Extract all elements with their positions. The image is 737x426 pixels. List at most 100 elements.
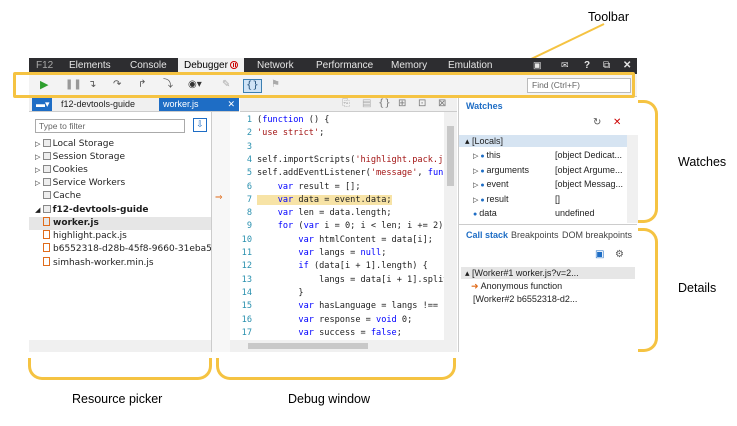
- tab-breakpoints[interactable]: Breakpoints: [511, 230, 559, 240]
- line-number: 5: [246, 168, 252, 179]
- call-stack-row-2[interactable]: ➜ Anonymous function: [461, 280, 635, 292]
- filter-input[interactable]: Type to filter: [35, 119, 185, 133]
- code-line: }: [257, 287, 304, 298]
- watch-row[interactable]: ▷ ● this [object Dedicat...: [473, 149, 627, 163]
- line-number: 4: [246, 154, 252, 165]
- expand-icon[interactable]: ▷: [35, 166, 43, 174]
- tree-item[interactable]: ▷ Session Storage: [35, 151, 125, 164]
- line-number: 8: [246, 208, 252, 219]
- code-line: self.importScripts('highlight.pack.js?v=: [257, 154, 444, 165]
- pin-icon[interactable]: ⇩: [193, 118, 207, 132]
- add-watch-icon[interactable]: ↻: [593, 117, 601, 128]
- watch-row[interactable]: ▷ ● result[]: [473, 193, 627, 207]
- watch-row[interactable]: ▷ ● arguments [object Argume...: [473, 164, 627, 178]
- tab-emulation[interactable]: Emulation: [448, 60, 492, 71]
- storage-icon: [43, 191, 51, 199]
- doc-icon-1[interactable]: ⎘: [342, 98, 350, 110]
- tree-item[interactable]: worker.js: [29, 217, 211, 230]
- tree-item[interactable]: ▷ Cookies: [35, 164, 88, 177]
- expand-icon[interactable]: ▷: [35, 179, 43, 187]
- debug-window-bracket: [216, 358, 456, 380]
- watch-name: this: [486, 150, 501, 160]
- line-number: 2: [246, 128, 252, 139]
- code-toolbar: ⎘ ▤ {} ⊞ ⊡ ⊠: [240, 97, 457, 112]
- file-tab-close-icon[interactable]: ✕: [227, 98, 235, 111]
- code-line: langs = data[i + 1].split(" ": [319, 274, 444, 285]
- script-file-icon: [43, 230, 50, 239]
- line-number: 17: [241, 327, 252, 338]
- close-icon[interactable]: ✕: [623, 60, 631, 71]
- tab-console[interactable]: Console: [130, 60, 167, 71]
- file-tab-worker[interactable]: worker.js ✕: [159, 98, 239, 111]
- code-line: for (var i = 0; i < len; i += 2) {: [277, 221, 444, 232]
- tab-memory[interactable]: Memory: [391, 60, 427, 71]
- expand-icon[interactable]: ▷: [35, 140, 43, 148]
- toolbar-highlight: [13, 72, 635, 98]
- annotation-debug-window: Debug window: [288, 392, 370, 406]
- resource-picker-bracket: [28, 358, 212, 380]
- line-number: 3: [246, 141, 252, 152]
- tab-network[interactable]: Network: [257, 60, 294, 71]
- code-line: var hasLanguage = langs !== null &: [298, 301, 444, 312]
- details-pane: Call stack Breakpoints DOM breakpoints ▣…: [458, 224, 637, 352]
- folder-icon[interactable]: ▬▾: [32, 98, 52, 111]
- tree-item[interactable]: Cache: [43, 190, 81, 203]
- storage-icon: [42, 205, 51, 213]
- current-frame-icon: ➜: [471, 281, 479, 291]
- tree-item[interactable]: ◢ f12-devtools-guide: [35, 204, 149, 217]
- tree-item[interactable]: b6552318-d28b-45f8-9660-31eba5b660: [43, 243, 211, 256]
- code-editor[interactable]: 1 (function () {2 'use strict'; 3 4 self.impo…: [230, 112, 444, 352]
- line-number: 11: [241, 248, 252, 258]
- tab-elements[interactable]: Elements: [69, 60, 111, 71]
- tree-item[interactable]: ▷ Local Storage: [35, 138, 114, 151]
- tab-call-stack[interactable]: Call stack: [466, 230, 508, 240]
- watch-value: undefined: [555, 208, 595, 218]
- map-icon[interactable]: ⊡: [418, 98, 426, 110]
- undock-icon[interactable]: ⧉: [603, 60, 610, 71]
- tab-performance[interactable]: Performance: [316, 60, 373, 71]
- line-number: 13: [241, 274, 252, 285]
- scroll-thumb[interactable]: [447, 126, 454, 186]
- breakpoint-gutter[interactable]: ⇒: [212, 112, 230, 352]
- pause-badge-icon: [229, 61, 238, 69]
- watch-name: data: [479, 208, 497, 218]
- tab-dom-breakpoints[interactable]: DOM breakpoints: [562, 230, 632, 240]
- locals-row[interactable]: ▴ [Locals]: [459, 135, 627, 147]
- tree-item-label: Local Storage: [52, 139, 115, 149]
- call-stack-row-2-text: ➜ Anonymous function: [471, 280, 562, 292]
- call-stack-row-3[interactable]: [Worker#2 b6552318-d2...: [461, 293, 635, 305]
- resource-picker: Type to filter ⇩ ▷ Local Storage ▷ Sessio…: [29, 112, 212, 352]
- wrap-icon[interactable]: ⊞: [398, 98, 406, 110]
- h-scroll-thumb[interactable]: [248, 343, 368, 349]
- code-horizontal-scrollbar[interactable]: [230, 340, 444, 352]
- collapse-icon[interactable]: ◢: [35, 206, 43, 214]
- feedback-icon[interactable]: ✉: [561, 60, 569, 71]
- script-file-icon: [43, 243, 50, 252]
- tree-item-label: Session Storage: [52, 152, 126, 162]
- code-vertical-scrollbar[interactable]: [444, 112, 457, 352]
- watches-title: Watches: [466, 101, 503, 111]
- watches-scrollbar[interactable]: [627, 135, 638, 223]
- library-code-icon[interactable]: ⚙: [615, 249, 624, 260]
- call-stack-row-1[interactable]: ▴ [Worker#1 worker.js?v=2...: [461, 267, 635, 279]
- expand-icon[interactable]: ▷: [35, 153, 43, 161]
- line-number: 9: [246, 221, 252, 232]
- file-tab-guide[interactable]: f12-devtools-guide: [57, 98, 139, 111]
- tree-item[interactable]: ▷ Service Workers: [35, 177, 125, 190]
- code-line: 'use strict';: [257, 128, 325, 139]
- dock-console-icon[interactable]: ▣: [533, 60, 542, 71]
- show-frames-icon[interactable]: ▣: [595, 249, 604, 260]
- tree-item[interactable]: highlight.pack.js: [43, 230, 127, 243]
- help-icon[interactable]: ?: [584, 60, 590, 71]
- code-line: (function () {: [257, 115, 330, 125]
- watch-row[interactable]: ▷ ● event [object Messag...: [473, 178, 627, 192]
- code-line: var data = event.data;: [257, 194, 392, 205]
- breakpoint-toggle-icon[interactable]: ⊠: [438, 98, 446, 110]
- pretty-icon[interactable]: {}: [378, 98, 391, 110]
- details-bracket: [638, 228, 658, 352]
- resource-horizontal-scrollbar[interactable]: [29, 340, 211, 352]
- delete-watches-icon[interactable]: ✕: [613, 117, 621, 128]
- tree-item[interactable]: simhash-worker.min.js⊘: [43, 257, 154, 270]
- doc-icon-2[interactable]: ▤: [362, 98, 371, 110]
- watch-row[interactable]: ● data undefined: [473, 207, 627, 221]
